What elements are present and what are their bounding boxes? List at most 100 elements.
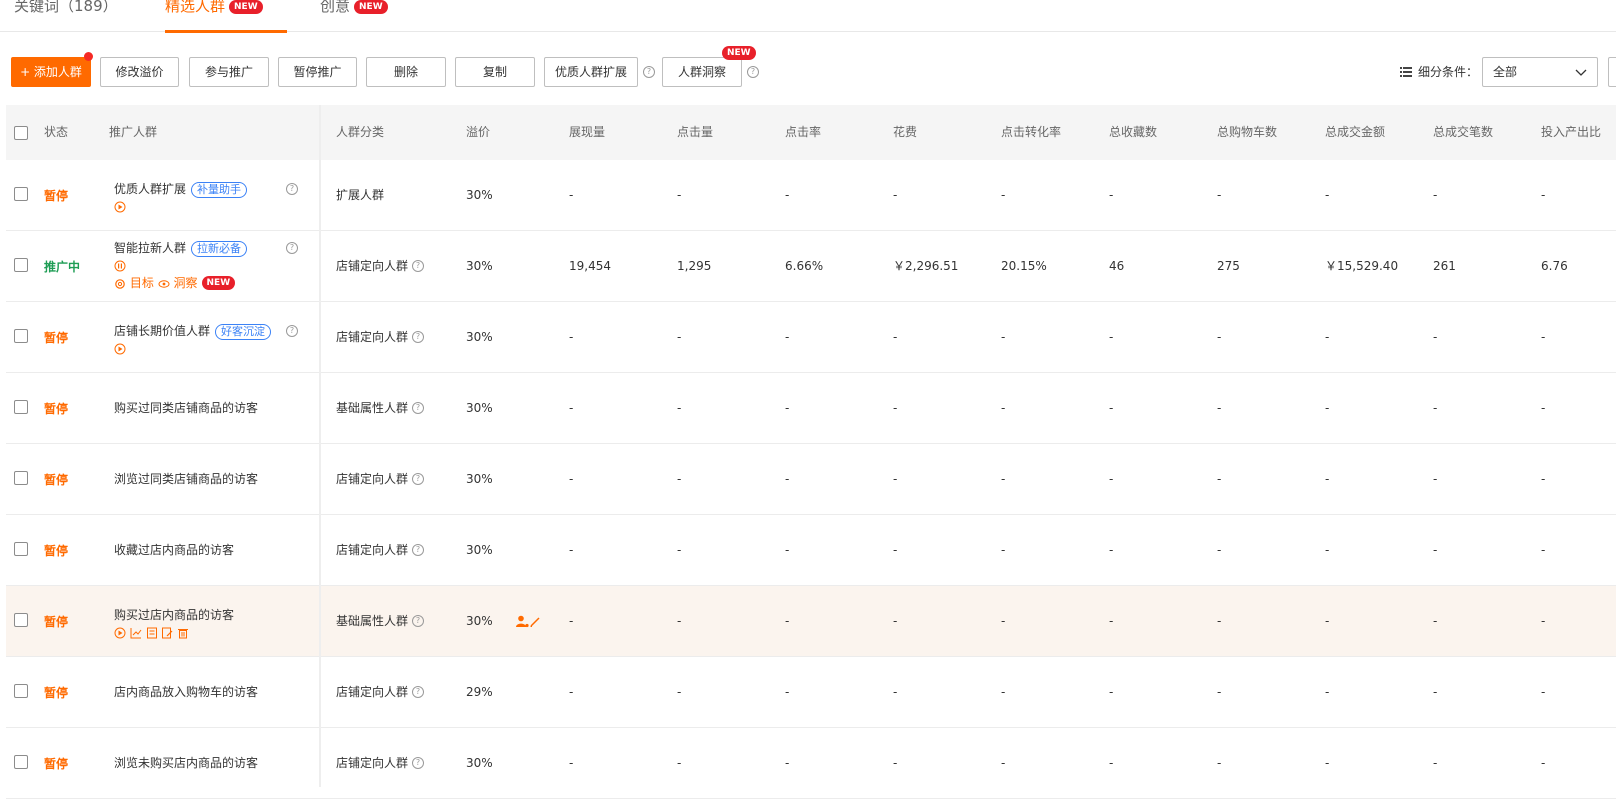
- trash-icon[interactable]: [177, 627, 189, 639]
- cvr-cell: -: [1001, 543, 1006, 557]
- modify-premium-button[interactable]: 修改溢价: [100, 57, 179, 87]
- cvr-cell: -: [1001, 756, 1006, 770]
- table-row[interactable]: 暂停 浏览过同类店铺商品的访客 店铺定向人群? 30% - - - - - - - - - -: [6, 444, 1616, 515]
- help-icon[interactable]: ?: [643, 66, 655, 78]
- row-checkbox[interactable]: [14, 258, 28, 272]
- impressions-cell: 19,454: [569, 259, 611, 273]
- audience-name[interactable]: 店内商品放入购物车的访客: [114, 685, 258, 699]
- tab-bar: 关键词（189） 精选人群 NEW 创意 NEW: [0, 0, 1616, 33]
- quality-expand-button[interactable]: 优质人群扩展: [544, 57, 638, 87]
- gmv-cell: -: [1325, 330, 1330, 344]
- row-checkbox[interactable]: [14, 400, 28, 414]
- edit-note-icon[interactable]: [161, 627, 173, 639]
- row-checkbox[interactable]: [14, 471, 28, 485]
- play-icon[interactable]: [114, 201, 126, 213]
- tab-creative-label: 创意: [320, 0, 351, 15]
- category-cell: 扩展人群: [336, 188, 385, 202]
- help-icon[interactable]: ?: [412, 615, 424, 627]
- join-promotion-button[interactable]: 参与推广: [189, 57, 269, 87]
- premium-cell: 30%: [466, 259, 493, 273]
- audience-name[interactable]: 购买过同类店铺商品的访客: [114, 401, 258, 415]
- help-icon[interactable]: ?: [747, 66, 759, 78]
- cost-cell: -: [893, 401, 898, 415]
- help-icon[interactable]: ?: [412, 473, 424, 485]
- add-audience-button[interactable]: + 添加人群: [11, 57, 91, 87]
- row-checkbox[interactable]: [14, 613, 28, 627]
- copy-button[interactable]: 复制: [455, 57, 535, 87]
- favorites-cell: -: [1109, 685, 1114, 699]
- row-checkbox[interactable]: [14, 755, 28, 769]
- row-checkbox[interactable]: [14, 187, 28, 201]
- audience-name[interactable]: 收藏过店内商品的访客: [114, 543, 234, 557]
- help-icon[interactable]: ?: [412, 260, 424, 272]
- play-icon[interactable]: [114, 343, 126, 355]
- audience-name[interactable]: 优质人群扩展: [114, 182, 186, 196]
- cvr-cell: -: [1001, 401, 1006, 415]
- audience-name[interactable]: 浏览过同类店铺商品的访客: [114, 472, 258, 486]
- row-checkbox[interactable]: [14, 329, 28, 343]
- eye-icon: [158, 279, 170, 288]
- table-row[interactable]: 暂停 购买过店内商品的访客 基础属性人群? 30% - - - - - - - - - -: [6, 586, 1616, 657]
- edit-icon[interactable]: [529, 616, 541, 628]
- play-icon[interactable]: [114, 627, 126, 639]
- help-icon[interactable]: ?: [412, 331, 424, 343]
- audience-name-cell: 浏览过同类店铺商品的访客: [114, 471, 258, 487]
- pause-promotion-button[interactable]: 暂停推广: [278, 57, 357, 87]
- pause-icon[interactable]: [114, 260, 126, 272]
- favorites-cell: 46: [1109, 259, 1125, 273]
- toolbar: + 添加人群 修改溢价 参与推广 暂停推广 删除 复制 优质人群扩展 ? 人群洞…: [0, 46, 1616, 92]
- help-icon[interactable]: ?: [412, 757, 424, 769]
- roi-cell: -: [1541, 543, 1546, 557]
- table-row[interactable]: 暂停 浏览未购买店内商品的访客 店铺定向人群? 30% - - - - - - - - - -: [6, 728, 1616, 799]
- row-checkbox[interactable]: [14, 542, 28, 556]
- help-icon[interactable]: ?: [412, 686, 424, 698]
- row-checkbox[interactable]: [14, 684, 28, 698]
- clicks-cell: -: [677, 472, 682, 486]
- help-icon[interactable]: ?: [412, 544, 424, 556]
- help-icon[interactable]: ?: [412, 402, 424, 414]
- help-icon[interactable]: ?: [286, 325, 298, 337]
- audience-name[interactable]: 浏览未购买店内商品的访客: [114, 756, 258, 770]
- insight-link[interactable]: 洞察: [174, 276, 198, 290]
- chart-icon[interactable]: [130, 627, 142, 639]
- target-link[interactable]: 目标: [130, 276, 154, 290]
- impressions-cell: -: [569, 472, 574, 486]
- help-icon[interactable]: ?: [286, 183, 298, 195]
- header-impressions: 展现量: [569, 125, 606, 139]
- filter-select[interactable]: 全部: [1482, 57, 1598, 87]
- user-icon[interactable]: [515, 614, 529, 628]
- clicks-cell: -: [677, 330, 682, 344]
- ctr-cell: -: [785, 543, 790, 557]
- secondary-select[interactable]: [1608, 57, 1616, 87]
- audience-name[interactable]: 购买过店内商品的访客: [114, 608, 234, 622]
- header-carts: 总购物车数: [1217, 125, 1278, 139]
- new-badge: NEW: [354, 0, 388, 14]
- header-premium: 溢价: [466, 125, 491, 139]
- row-actions: [114, 625, 189, 639]
- report-icon[interactable]: [146, 627, 158, 639]
- audience-name[interactable]: 智能拉新人群: [114, 241, 186, 255]
- roi-cell: -: [1541, 685, 1546, 699]
- select-all-checkbox[interactable]: [14, 126, 28, 140]
- table-row[interactable]: 暂停 收藏过店内商品的访客 店铺定向人群? 30% - - - - - - - - - -: [6, 515, 1616, 586]
- table-row[interactable]: 暂停 购买过同类店铺商品的访客 基础属性人群? 30% - - - - - - - - - -: [6, 373, 1616, 444]
- tab-selected-audience[interactable]: 精选人群 NEW: [165, 0, 287, 33]
- clicks-cell: -: [677, 614, 682, 628]
- new-badge: NEW: [229, 0, 263, 14]
- favorites-cell: -: [1109, 330, 1114, 344]
- delete-button[interactable]: 删除: [366, 57, 446, 87]
- premium-cell: 30%: [466, 330, 493, 344]
- audience-name[interactable]: 店铺长期价值人群: [114, 324, 210, 338]
- roi-cell: -: [1541, 614, 1546, 628]
- help-icon[interactable]: ?: [286, 242, 298, 254]
- audience-insight-button[interactable]: 人群洞察: [662, 57, 742, 87]
- table-row[interactable]: 暂停 优质人群扩展 补量助手? 扩展人群 30% - - - - - - - - - -: [6, 160, 1616, 231]
- tab-creative[interactable]: 创意 NEW: [320, 0, 388, 30]
- table-row[interactable]: 暂停 店铺长期价值人群 好客沉淀? 店铺定向人群? 30% - - - - - - - - - -: [6, 302, 1616, 373]
- tab-keywords-label: 关键词（189）: [14, 0, 118, 15]
- table-row[interactable]: 推广中 智能拉新人群 拉新必备? 目标 洞察 NEW 店铺定向人群? 30% 19,454 1…: [6, 231, 1616, 302]
- favorites-cell: -: [1109, 614, 1114, 628]
- tab-keywords[interactable]: 关键词（189）: [14, 0, 118, 30]
- table-row[interactable]: 暂停 店内商品放入购物车的访客 店铺定向人群? 29% - - - - - - - - - -: [6, 657, 1616, 728]
- carts-cell: -: [1217, 685, 1222, 699]
